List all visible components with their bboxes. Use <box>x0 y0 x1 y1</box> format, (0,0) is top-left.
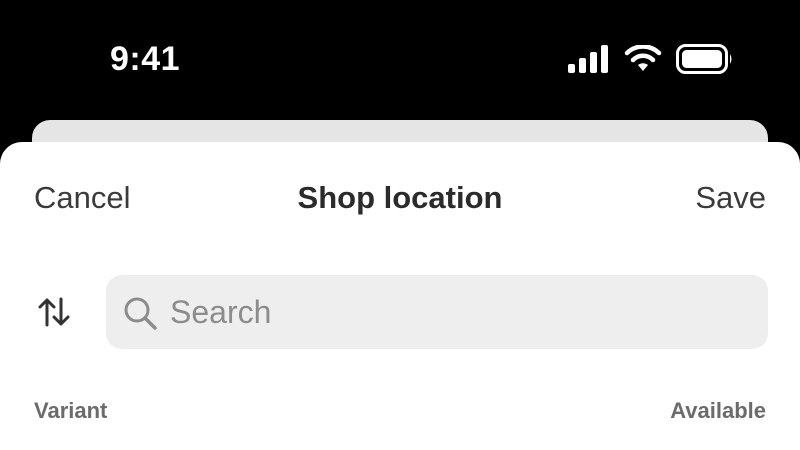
sort-button[interactable] <box>34 292 74 332</box>
search-icon <box>124 297 157 330</box>
nav-bar: Cancel Shop location Save <box>0 142 800 252</box>
wifi-icon <box>624 45 662 71</box>
search-field[interactable] <box>106 275 768 349</box>
battery-icon <box>676 44 732 74</box>
signal-icon <box>568 45 608 73</box>
column-header-available: Available <box>670 398 766 423</box>
bottom-sheet: Cancel Shop location Save Variant Availa… <box>0 142 800 450</box>
sort-arrows-icon <box>38 297 70 327</box>
status-icons <box>568 44 734 74</box>
status-bar: 9:41 <box>0 0 800 120</box>
page-title: Shop location <box>297 180 503 215</box>
column-header-variant: Variant <box>34 398 108 423</box>
search-input[interactable] <box>170 275 750 349</box>
status-time: 9:41 <box>110 40 181 78</box>
save-button[interactable]: Save <box>695 180 766 216</box>
